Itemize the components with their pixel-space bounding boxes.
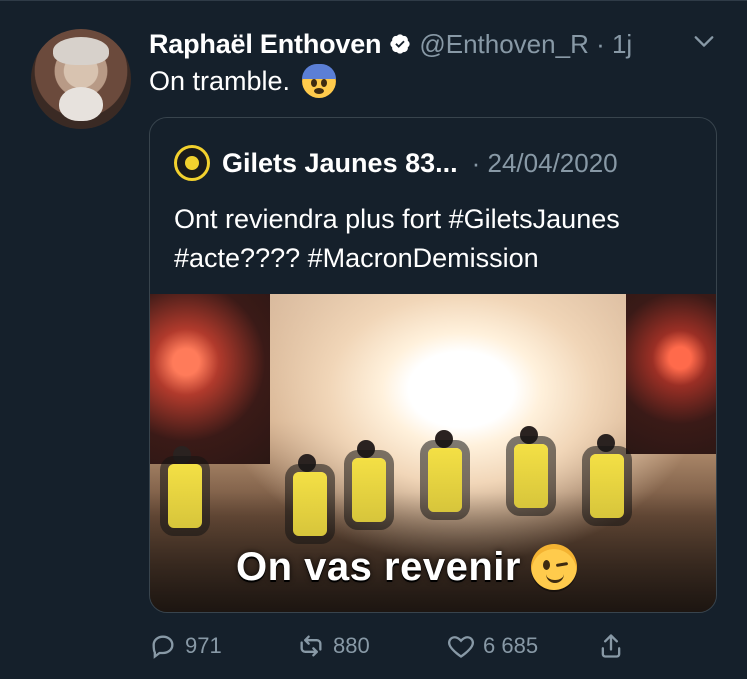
person-head: [597, 434, 615, 452]
person-head: [298, 454, 316, 472]
reply-count: 971: [185, 633, 222, 658]
avatar-beard: [59, 87, 103, 121]
tweet-actions: 971 880 6 685: [149, 626, 715, 666]
emoji-eye-left: [311, 79, 318, 87]
quoted-text: Ont reviendra plus fort #GiletsJaunes #a…: [174, 204, 620, 273]
winking-face-emoji-icon: [530, 544, 577, 590]
top-divider: [0, 0, 747, 1]
emoji-mouth: [314, 88, 325, 94]
wink-eye-open: [542, 560, 550, 570]
retweet-button[interactable]: 880: [297, 626, 370, 666]
person-yellow-vest: [428, 448, 462, 512]
avatar-hair: [53, 37, 109, 65]
emoji-eye-right: [321, 79, 328, 87]
photo-right-lights: [626, 294, 716, 454]
heart-icon: [448, 636, 474, 658]
retweet-count: 880: [333, 633, 370, 658]
reply-button[interactable]: 971: [149, 626, 222, 666]
share-button[interactable]: [597, 626, 633, 666]
person-yellow-vest: [293, 472, 327, 536]
person-yellow-vest: [352, 458, 386, 522]
person-head: [435, 430, 453, 448]
quoted-header: Gilets Jaunes 83... · 24/04/2020: [174, 142, 618, 184]
photo-left-lights: [150, 294, 270, 464]
wink-eye-closed: [555, 561, 569, 568]
person-yellow-vest: [514, 444, 548, 508]
quoted-avatar: [174, 145, 210, 181]
quoted-photo[interactable]: On vas revenir: [150, 294, 716, 612]
chevron-down-icon[interactable]: [693, 33, 715, 49]
person-yellow-vest: [590, 454, 624, 518]
tweet-text: On tramble.: [149, 64, 337, 98]
verified-badge-icon: [389, 33, 411, 55]
person-head: [357, 440, 375, 458]
like-count: 6 685: [483, 633, 539, 658]
quoted-avatar-dot: [185, 156, 199, 170]
tweet-text-content: On tramble.: [149, 65, 291, 96]
author-avatar[interactable]: [31, 29, 131, 129]
photo-overlay: On vas revenir: [236, 544, 577, 590]
wink-mouth: [545, 572, 564, 583]
person-head: [173, 446, 191, 464]
emoji-top: [302, 64, 337, 79]
fearful-face-emoji-icon: [302, 64, 337, 98]
retweet-icon: [300, 635, 322, 657]
author-name[interactable]: Raphaël Enthoven: [149, 29, 382, 60]
quoted-tweet-card[interactable]: Gilets Jaunes 83... · 24/04/2020 Ont rev…: [149, 117, 717, 613]
quoted-author-name: Gilets Jaunes 83...: [222, 147, 458, 178]
quoted-date: · 24/04/2020: [471, 147, 618, 178]
photo-overlay-text: On vas revenir: [236, 544, 521, 589]
author-handle-time[interactable]: @Enthoven_R · 1j: [419, 29, 632, 60]
share-icon: [601, 634, 621, 658]
tweet-header: Raphaël Enthoven @Enthoven_R · 1j: [149, 24, 632, 64]
person-yellow-vest: [168, 464, 202, 528]
reply-icon: [152, 635, 174, 659]
person-head: [520, 426, 538, 444]
like-button[interactable]: 6 685: [447, 626, 538, 666]
